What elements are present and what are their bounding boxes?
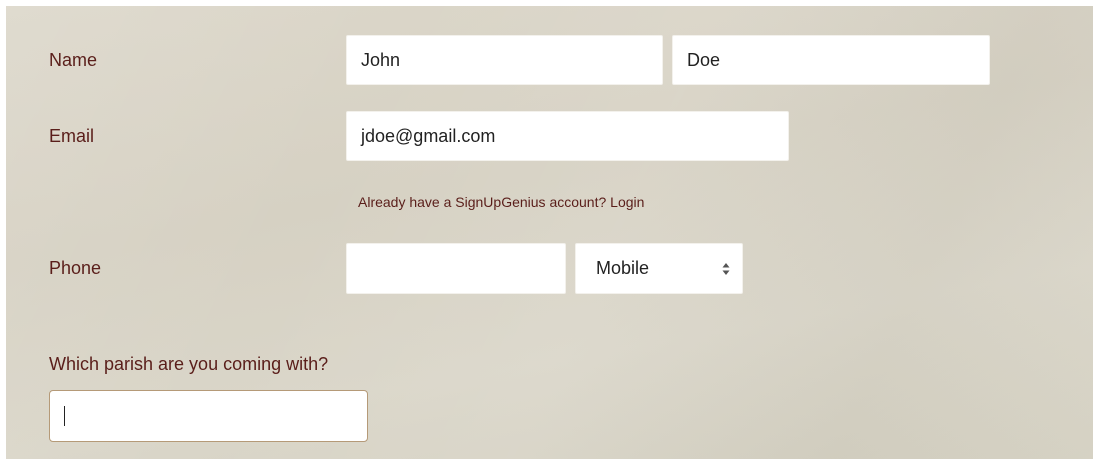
- phone-label: Phone: [49, 258, 102, 278]
- first-name-input[interactable]: John: [346, 35, 663, 85]
- select-arrows-icon: [722, 262, 730, 275]
- text-cursor: [64, 406, 65, 426]
- phone-type-value: Mobile: [596, 258, 650, 278]
- login-link[interactable]: Login: [610, 194, 644, 210]
- first-name-value: John: [361, 49, 401, 70]
- account-hint: Already have a SignUpGenius account? Log…: [358, 194, 644, 210]
- last-name-input[interactable]: Doe: [672, 35, 990, 85]
- last-name-value: Doe: [687, 49, 721, 70]
- parish-input[interactable]: [49, 390, 368, 442]
- email-label: Email: [49, 126, 95, 146]
- name-label: Name: [49, 50, 98, 70]
- phone-input[interactable]: [346, 243, 566, 294]
- phone-type-select[interactable]: Mobile: [575, 243, 743, 294]
- signup-form-panel: Name John Doe Email jdoe@gmail.com Alrea…: [6, 6, 1093, 459]
- email-value: jdoe@gmail.com: [361, 125, 496, 146]
- account-prompt: Already have a SignUpGenius account?: [358, 194, 607, 210]
- parish-question: Which parish are you coming with?: [49, 354, 329, 374]
- email-input[interactable]: jdoe@gmail.com: [346, 111, 789, 161]
